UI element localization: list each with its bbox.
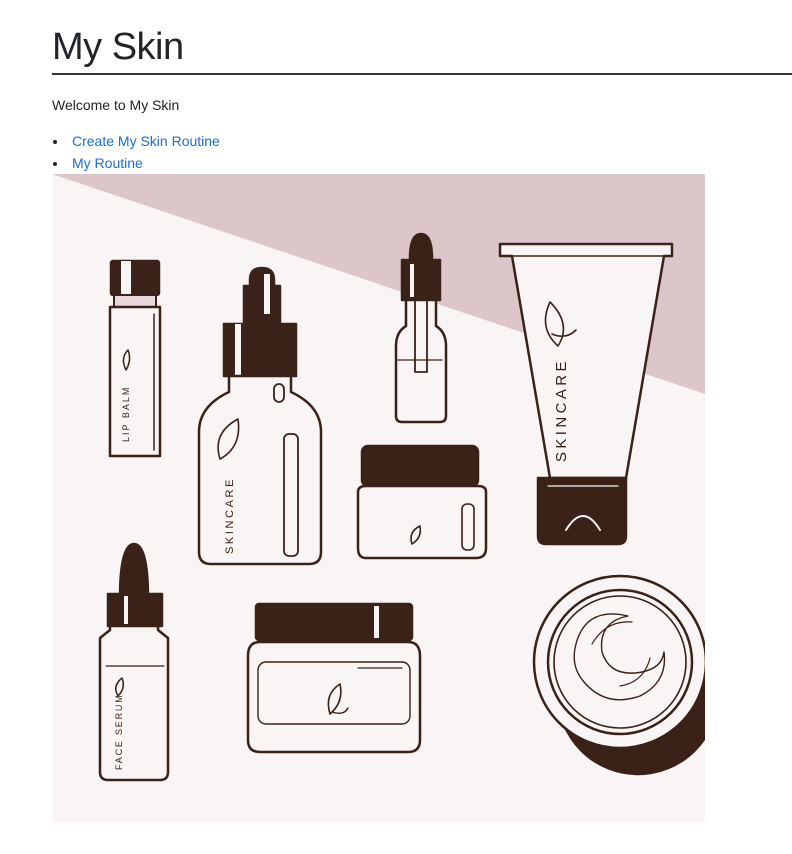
create-routine-link[interactable]: Create My Skin Routine <box>72 133 220 149</box>
my-routine-link[interactable]: My Routine <box>72 155 143 171</box>
wide-jar-icon <box>246 602 422 754</box>
skincare-illustration: LIP BALM SKINCARE SKINCARE FACE SERUM <box>52 174 705 822</box>
page: My Skin Welcome to My Skin Create My Ski… <box>0 0 792 854</box>
skincare-bottle-label: SKINCARE <box>224 477 236 554</box>
nav-list: Create My Skin Routine My Routine <box>52 131 220 175</box>
lip-balm-label: LIP BALM <box>121 386 131 442</box>
welcome-text: Welcome to My Skin <box>52 97 180 113</box>
page-title: My Skin <box>52 26 184 68</box>
nav-item-my-routine: My Routine <box>52 153 220 175</box>
cream-jar-icon <box>356 444 488 560</box>
lip-balm-tube-icon: LIP BALM <box>108 259 162 458</box>
skincare-tube-label: SKINCARE <box>553 358 570 462</box>
title-divider <box>52 73 792 75</box>
nav-item-create-routine: Create My Skin Routine <box>52 131 220 153</box>
small-dropper-icon <box>394 232 448 424</box>
face-serum-label: FACE SERUM <box>114 693 124 770</box>
